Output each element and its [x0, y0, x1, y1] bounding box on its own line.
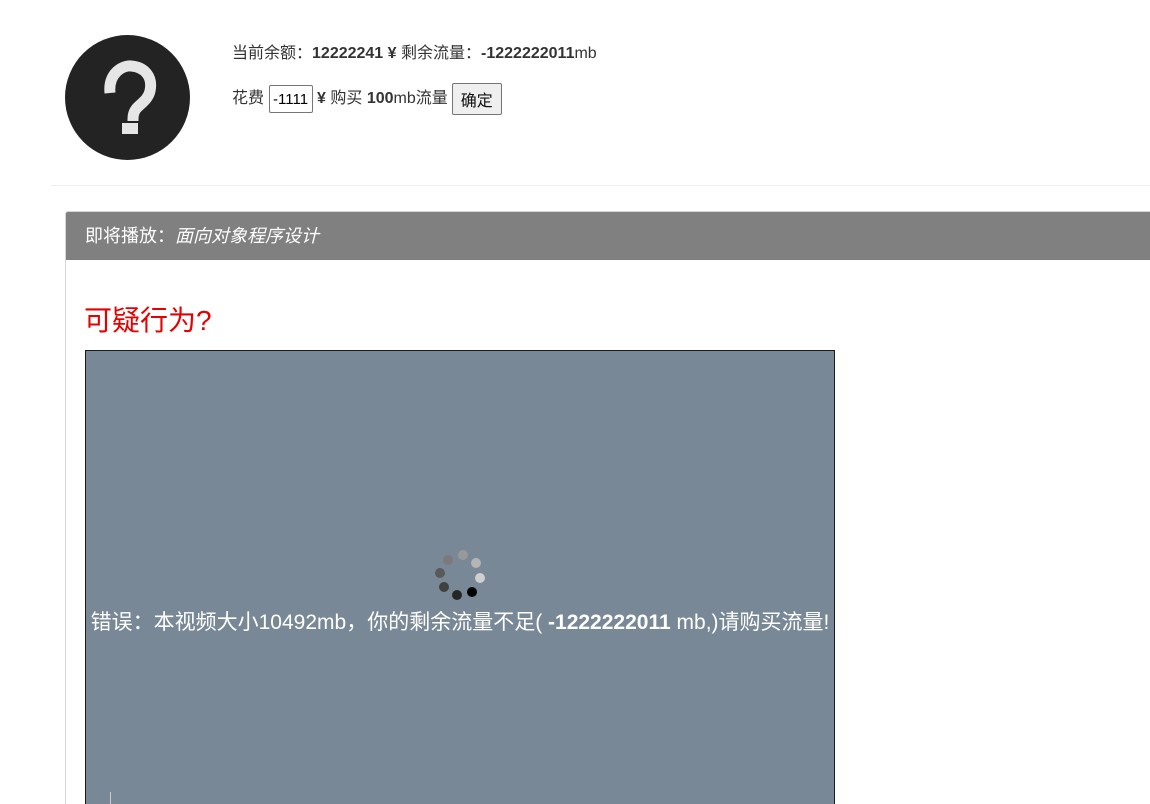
buy-unit: mb流量	[393, 90, 448, 107]
traffic-unit: mb	[574, 45, 597, 62]
error-traffic-value: -1222222011	[548, 611, 671, 634]
traffic-label: 剩余流量：	[401, 45, 482, 62]
avatar	[65, 35, 190, 160]
video-error-message: 错误：本视频大小10492mb，你的剩余流量不足( -1222222011 mb…	[86, 611, 834, 635]
confirm-button[interactable]: 确定	[451, 83, 502, 115]
panel-heading: 即将播放：面向对象程序设计	[66, 212, 1150, 260]
video-player[interactable]: 错误：本视频大小10492mb，你的剩余流量不足( -1222222011 mb…	[85, 350, 835, 804]
question-mark-avatar-icon	[104, 60, 157, 134]
amount-input[interactable]	[269, 85, 314, 113]
spend-label: 花费	[232, 90, 265, 107]
loading-spinner-icon	[435, 550, 485, 600]
buy-amount: 100	[366, 90, 394, 107]
divider	[51, 185, 1150, 186]
account-info: 当前余额：12222241 ¥ 剩余流量：-1222222011mb 花费 ¥ …	[232, 42, 597, 115]
scroll-edge-marker	[110, 792, 111, 804]
balance-line: 当前余额：12222241 ¥ 剩余流量：-1222222011mb	[232, 42, 597, 68]
balance-currency: ¥	[387, 45, 397, 62]
now-playing-label: 即将播放：	[85, 226, 175, 246]
suspicious-behavior-title: 可疑行为?	[84, 305, 212, 336]
balance-value: 12222241	[312, 45, 384, 62]
balance-label: 当前余额：	[232, 45, 313, 62]
page: 当前余额：12222241 ¥ 剩余流量：-1222222011mb 花费 ¥ …	[0, 0, 1150, 804]
error-suffix: mb,)请购买流量!	[676, 611, 830, 634]
purchase-form: 花费 ¥ 购买 100mb流量 确定	[232, 83, 597, 115]
buy-label: 购买	[330, 90, 363, 107]
purchase-currency: ¥	[317, 90, 326, 107]
traffic-value: -1222222011	[481, 45, 575, 62]
error-prefix: 错误：本视频大小10492mb，你的剩余流量不足(	[90, 611, 543, 634]
video-title: 面向对象程序设计	[175, 226, 319, 246]
